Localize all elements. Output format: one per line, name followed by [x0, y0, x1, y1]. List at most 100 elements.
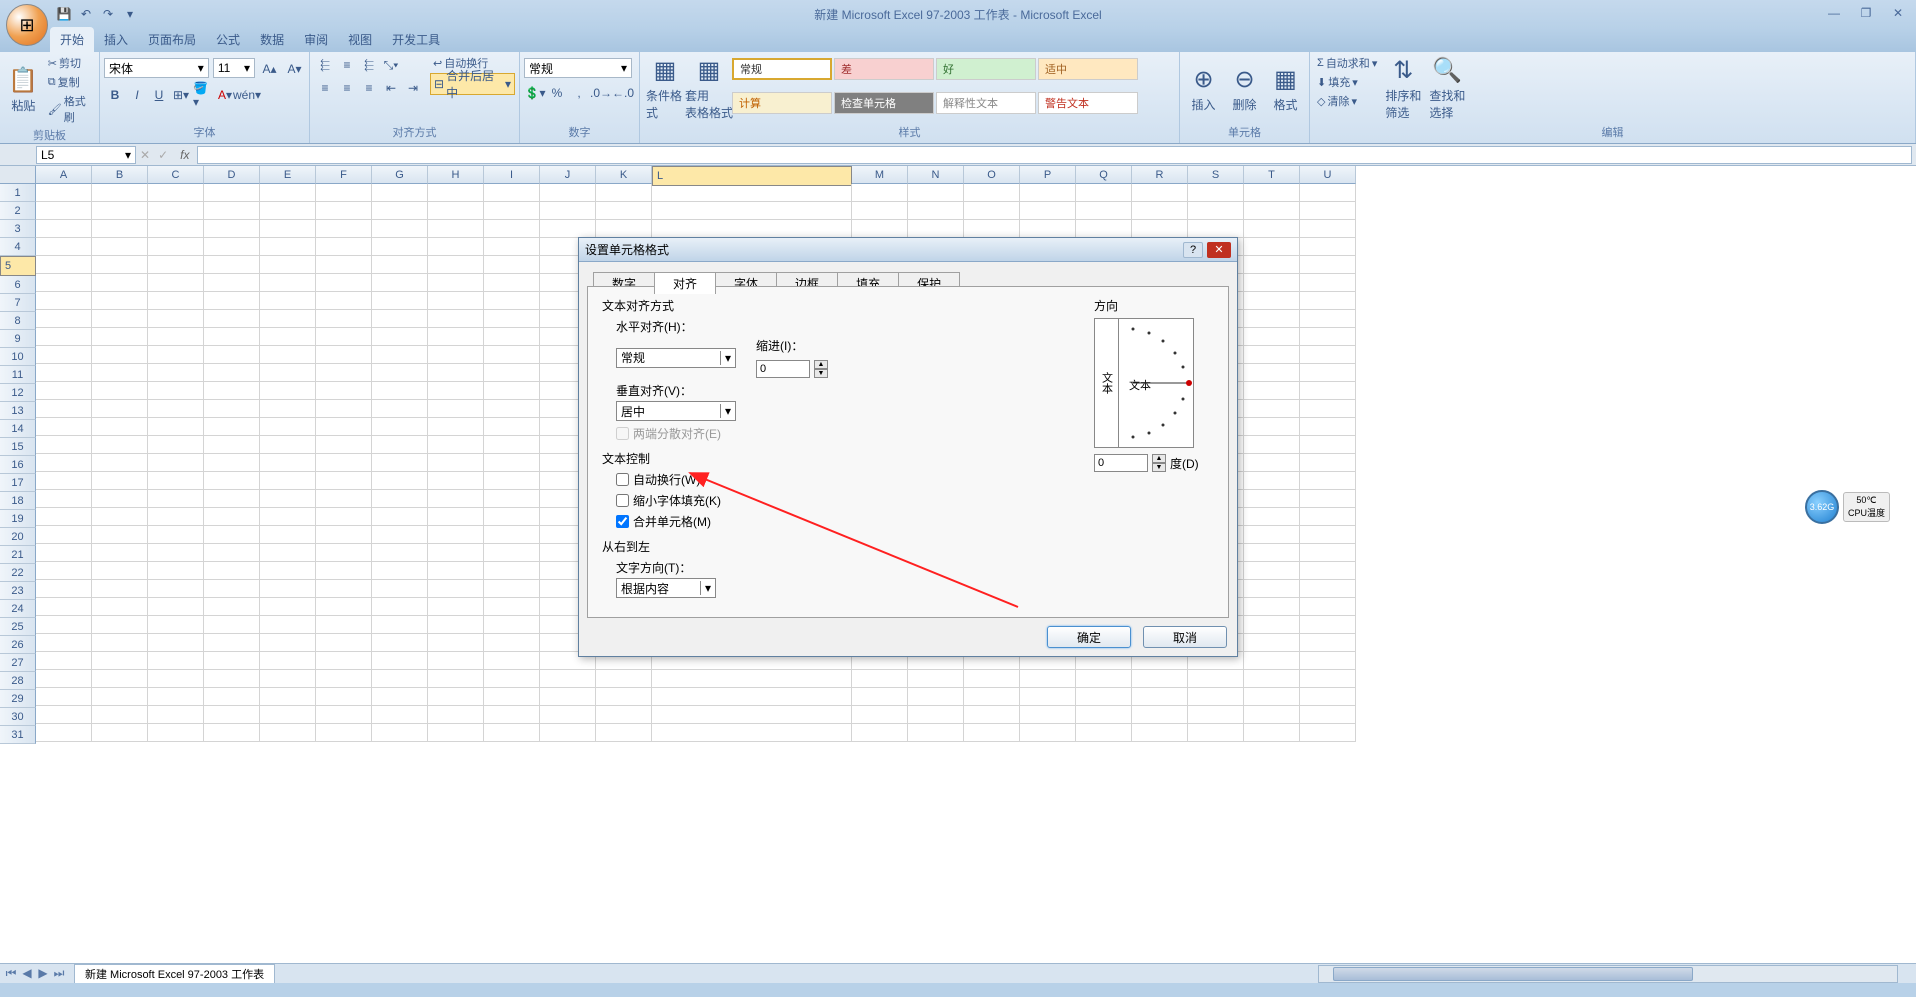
cut-button[interactable]: ✂剪切 [45, 54, 95, 72]
align-right-button[interactable]: ≡ [358, 77, 380, 99]
align-left-button[interactable]: ≡ [314, 77, 336, 99]
scroll-thumb[interactable] [1333, 967, 1693, 981]
ribbon-tab[interactable]: 插入 [94, 27, 138, 52]
qat-dropdown-icon[interactable]: ▾ [121, 5, 139, 23]
fill-button[interactable]: ⬇填充▾ [1314, 73, 1380, 91]
row-header[interactable]: 21 [0, 546, 36, 564]
select-all-corner[interactable] [0, 166, 36, 184]
ribbon-tab[interactable]: 数据 [250, 27, 294, 52]
cell-style-item[interactable]: 适中 [1038, 58, 1138, 80]
decrease-font-button[interactable]: A▾ [284, 58, 305, 80]
dialog-help-button[interactable]: ? [1183, 242, 1203, 258]
cancel-button[interactable]: 取消 [1143, 626, 1227, 648]
spin-up-icon[interactable]: ▲ [1152, 454, 1166, 463]
row-header[interactable]: 10 [0, 348, 36, 366]
column-header[interactable]: G [372, 166, 428, 184]
cell-style-item[interactable]: 常规 [732, 58, 832, 80]
column-header[interactable]: Q [1076, 166, 1132, 184]
column-header[interactable]: L [652, 166, 852, 186]
cancel-formula-icon[interactable]: ✕ [140, 148, 150, 162]
align-bottom-button[interactable]: ⬱ [358, 54, 380, 76]
column-header[interactable]: K [596, 166, 652, 184]
row-header[interactable]: 14 [0, 420, 36, 438]
dialog-titlebar[interactable]: 设置单元格格式 ? ✕ [579, 238, 1237, 262]
column-header[interactable]: O [964, 166, 1020, 184]
column-header[interactable]: D [204, 166, 260, 184]
increase-decimal-button[interactable]: .0→ [590, 82, 612, 104]
row-header[interactable]: 3 [0, 220, 36, 238]
ribbon-tab[interactable]: 开发工具 [382, 27, 450, 52]
office-button[interactable]: ⊞ [6, 4, 48, 46]
row-header[interactable]: 29 [0, 690, 36, 708]
row-header[interactable]: 17 [0, 474, 36, 492]
insert-button[interactable]: ⊕插入 [1184, 54, 1223, 123]
percent-button[interactable]: % [546, 82, 568, 104]
row-header[interactable]: 5 [0, 256, 36, 276]
row-header[interactable]: 2 [0, 202, 36, 220]
column-header[interactable]: C [148, 166, 204, 184]
row-header[interactable]: 26 [0, 636, 36, 654]
decrease-indent-button[interactable]: ⇤ [380, 77, 402, 99]
border-button[interactable]: ⊞▾ [170, 84, 192, 106]
cell-style-item[interactable]: 计算 [732, 92, 832, 114]
find-select-button[interactable]: 🔍查找和 选择 [1426, 54, 1468, 123]
cell-style-item[interactable]: 解释性文本 [936, 92, 1036, 114]
column-header[interactable]: M [852, 166, 908, 184]
column-header[interactable]: R [1132, 166, 1188, 184]
column-header[interactable]: N [908, 166, 964, 184]
align-center-button[interactable]: ≡ [336, 77, 358, 99]
row-header[interactable]: 24 [0, 600, 36, 618]
orientation-vertical-text[interactable]: 文本 [1095, 319, 1119, 447]
decrease-decimal-button[interactable]: ←.0 [612, 82, 634, 104]
row-header[interactable]: 19 [0, 510, 36, 528]
conditional-format-button[interactable]: ▦条件格式 [644, 54, 686, 123]
row-header[interactable]: 9 [0, 330, 36, 348]
name-box[interactable]: L5▾ [36, 146, 136, 164]
save-icon[interactable]: 💾 [55, 5, 73, 23]
increase-indent-button[interactable]: ⇥ [402, 77, 424, 99]
row-header[interactable]: 23 [0, 582, 36, 600]
orientation-button[interactable]: ⤡▾ [380, 54, 402, 76]
column-header[interactable]: P [1020, 166, 1076, 184]
fx-icon[interactable]: fx [180, 148, 189, 162]
row-header[interactable]: 12 [0, 384, 36, 402]
column-header[interactable]: U [1300, 166, 1356, 184]
shrink-fit-checkbox[interactable] [616, 494, 629, 507]
row-header[interactable]: 20 [0, 528, 36, 546]
row-header[interactable]: 8 [0, 312, 36, 330]
horizontal-align-select[interactable]: 常规▾ [616, 348, 736, 368]
format-button[interactable]: ▦格式 [1266, 54, 1305, 123]
row-header[interactable]: 18 [0, 492, 36, 510]
row-header[interactable]: 28 [0, 672, 36, 690]
column-header[interactable]: J [540, 166, 596, 184]
autosum-button[interactable]: Σ自动求和▾ [1314, 54, 1380, 72]
row-header[interactable]: 13 [0, 402, 36, 420]
orientation-control[interactable]: 文本 文本 [1094, 318, 1194, 448]
row-header[interactable]: 11 [0, 366, 36, 384]
minimize-icon[interactable]: — [1822, 4, 1846, 22]
sheet-tab[interactable]: 新建 Microsoft Excel 97-2003 工作表 [74, 964, 275, 983]
row-header[interactable]: 31 [0, 726, 36, 744]
dialog-tab[interactable]: 对齐 [654, 272, 716, 294]
vertical-align-select[interactable]: 居中▾ [616, 401, 736, 421]
row-header[interactable]: 16 [0, 456, 36, 474]
spin-down-icon[interactable]: ▼ [1152, 463, 1166, 472]
enter-formula-icon[interactable]: ✓ [158, 148, 168, 162]
format-painter-button[interactable]: 🖌格式刷 [45, 92, 95, 126]
cell-style-item[interactable]: 差 [834, 58, 934, 80]
spin-up-icon[interactable]: ▲ [814, 360, 828, 369]
restore-icon[interactable]: ❐ [1854, 4, 1878, 22]
formula-input[interactable] [197, 146, 1912, 164]
row-header[interactable]: 22 [0, 564, 36, 582]
underline-button[interactable]: U [148, 84, 170, 106]
ribbon-tab[interactable]: 审阅 [294, 27, 338, 52]
ribbon-tab[interactable]: 页面布局 [138, 27, 206, 52]
text-direction-select[interactable]: 根据内容▾ [616, 578, 716, 598]
fill-color-button[interactable]: 🪣▾ [192, 84, 214, 106]
merge-center-button[interactable]: ⊟合并后居中▾ [430, 73, 515, 95]
italic-button[interactable]: I [126, 84, 148, 106]
sheet-nav[interactable]: ⏮◀▶⏭ [0, 966, 70, 981]
sort-filter-button[interactable]: ⇅排序和 筛选 [1382, 54, 1424, 123]
close-icon[interactable]: ✕ [1886, 4, 1910, 22]
row-header[interactable]: 25 [0, 618, 36, 636]
